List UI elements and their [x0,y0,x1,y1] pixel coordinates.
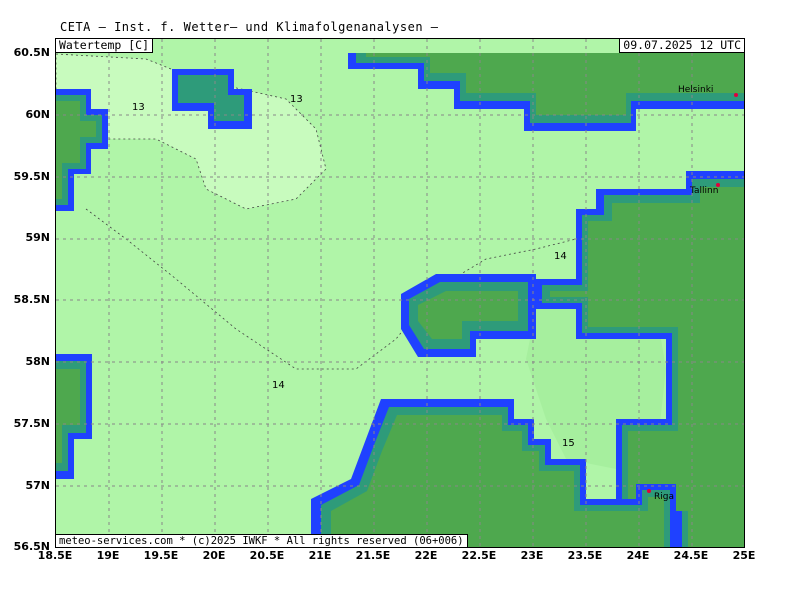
lat-tick-label: 59N [25,231,50,244]
lon-tick-label: 19.5E [143,549,179,562]
lat-tick-label: 60N [25,108,50,121]
city-label-tallinn: Tallinn [689,186,718,196]
lon-tick-label: 23E [520,549,544,562]
lat-tick-label: 58.5N [13,293,50,306]
contour-label: 15 [562,438,575,449]
lon-tick-label: 20.5E [249,549,285,562]
lon-tick-label: 24.5E [673,549,709,562]
map-canvas: 13 13 14 14 15 Helsinki Tallinn Riga [56,39,744,547]
city-marker-icon [716,183,720,187]
city-marker-icon [734,93,738,97]
lon-tick-label: 22E [414,549,438,562]
lon-tick-label: 20E [202,549,226,562]
contour-label: 14 [554,251,567,262]
lat-tick-label: 57.5N [13,417,50,430]
lon-tick-label: 21E [308,549,332,562]
lon-tick-label: 25E [732,549,756,562]
lat-tick-label: 57N [25,479,50,492]
contour-label: 14 [272,380,285,391]
parameter-label: Watertemp [C] [56,39,154,53]
lon-tick-label: 24E [626,549,650,562]
lon-tick-label: 18.5E [37,549,73,562]
city-marker-icon [647,489,651,493]
lon-tick-label: 21.5E [355,549,391,562]
water-temperature-map: 13 13 14 14 15 Helsinki Tallinn Riga Wat… [55,38,745,548]
city-label-helsinki: Helsinki [678,85,713,95]
lat-tick-label: 60.5N [13,46,50,59]
datetime-label: 09.07.2025 12 UTC [619,39,744,53]
lon-tick-label: 23.5E [567,549,603,562]
contour-label: 13 [132,102,145,113]
chart-header-title: CETA — Inst. f. Wetter— und Klimafolgena… [60,20,439,34]
copyright-footer: meteo-services.com * (c)2025 IWKF * All … [56,534,468,547]
lon-tick-label: 19E [96,549,120,562]
city-label-riga: Riga [654,492,674,502]
contour-label: 13 [290,94,303,105]
lon-tick-label: 22.5E [461,549,497,562]
lat-tick-label: 59.5N [13,170,50,183]
lat-tick-label: 58N [25,355,50,368]
